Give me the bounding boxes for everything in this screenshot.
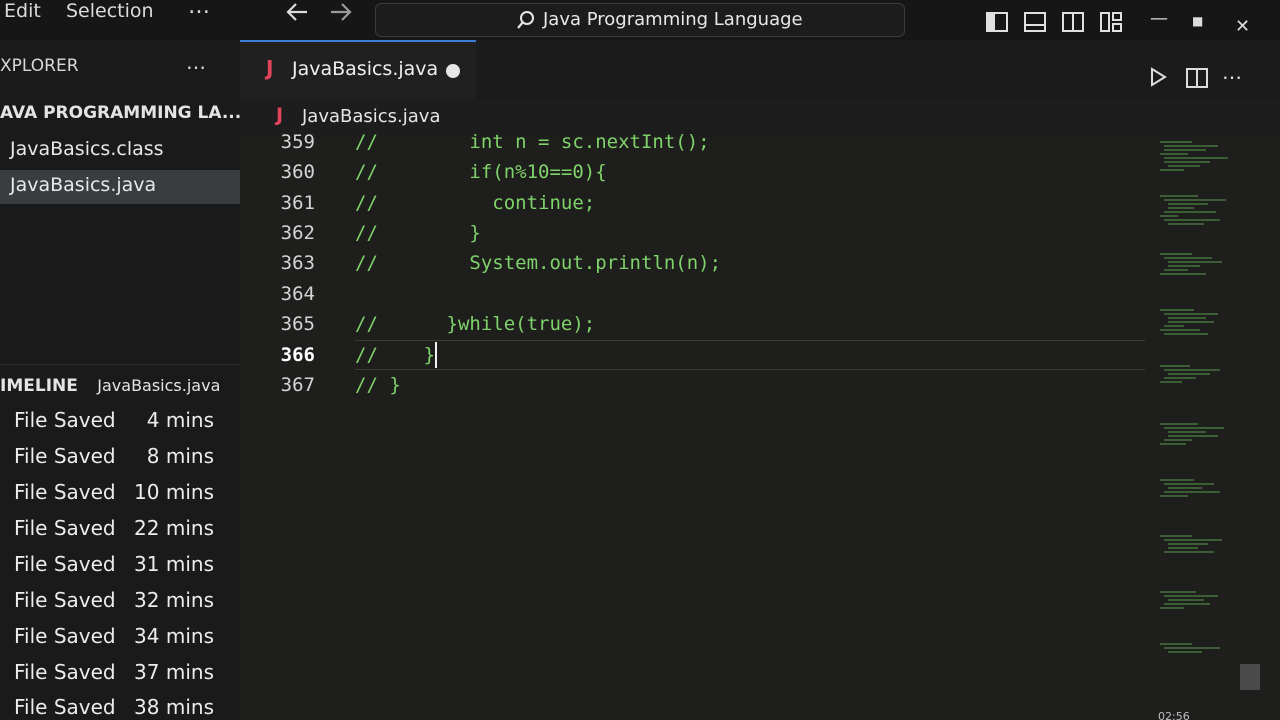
code-line[interactable]: 359 // int n = sc.nextInt(); [240,134,1150,158]
text-cursor [435,342,437,368]
timeline-item-label: File Saved [14,552,116,576]
search-icon [517,11,534,29]
timeline-item[interactable]: File Saved 37 mins [14,660,224,694]
timeline-file: JavaBasics.java [97,376,221,395]
line-number: 359 [280,134,315,153]
code-line[interactable]: 362 // } [240,219,1150,249]
breadcrumb: J JavaBasics.java [240,98,1280,134]
timeline-item-label: File Saved [14,444,116,468]
folder-title[interactable]: AVA PROGRAMMING LA... [0,103,241,123]
file-item-javabasics-class[interactable]: JavaBasics.class [0,134,240,168]
sidebar-divider [0,364,240,365]
file-label: JavaBasics.java [10,174,157,196]
timeline-item-time: 22 mins [134,516,214,540]
line-number: 362 [280,222,315,244]
timeline-item-time: 37 mins [134,660,214,684]
editor-tab-bar: J JavaBasics.java … [240,40,1280,98]
file-label: JavaBasics.class [10,138,164,160]
timeline-item-label: File Saved [14,588,116,612]
sidebar: XPLORER … AVA PROGRAMMING LA... JavaBasi… [0,40,241,720]
timeline-item-time: 10 mins [134,480,214,504]
code-text: // if(n%10==0){ [355,161,607,183]
code-text: // } [355,374,401,396]
command-center-search[interactable]: Java Programming Language [375,3,905,37]
timeline-item-label: File Saved [14,695,116,719]
timeline-item[interactable]: File Saved 32 mins [14,588,224,622]
file-item-javabasics-java[interactable]: JavaBasics.java [0,170,240,204]
search-text: Java Programming Language [543,9,803,30]
split-editor-icon[interactable] [1186,68,1208,93]
timeline-item-time: 4 mins [146,408,214,432]
line-number: 360 [280,161,315,183]
timeline-item-time: 34 mins [134,624,214,648]
timeline-item[interactable]: File Saved 10 mins [14,480,224,514]
timeline-header[interactable]: IMELINE JavaBasics.java [0,376,220,396]
scrollbar-thumb[interactable] [1240,664,1260,690]
code-text: // }while(true); [355,313,596,335]
code-text: // continue; [355,192,596,214]
line-number: 361 [280,192,315,214]
title-bar: Edit Selection … Java Programming Langua… [0,0,1280,40]
line-number: 366 [280,344,315,366]
java-file-icon: J [266,56,274,80]
code-line[interactable]: 361 // continue; [240,189,1150,219]
timeline-item[interactable]: File Saved 8 mins [14,444,224,478]
explorer-title: XPLORER [0,56,79,76]
timeline-title: IMELINE [0,376,78,396]
timeline-item[interactable]: File Saved 34 mins [14,624,224,658]
timeline-item-label: File Saved [14,624,116,648]
editor-more-button[interactable]: … [1222,60,1242,84]
code-text: // } [355,222,481,244]
back-arrow-icon[interactable] [284,0,310,28]
timeline-item-time: 8 mins [146,444,214,468]
minimize-button[interactable]: — [1150,8,1168,29]
minimap[interactable] [1148,134,1268,720]
timeline-item-time: 32 mins [134,588,214,612]
code-text: // } [355,344,436,366]
customize-layout-icon[interactable] [1100,12,1122,32]
code-line-active[interactable]: 366 // } [240,341,1150,371]
timeline-item-label: File Saved [14,516,116,540]
tab-javabasics-java[interactable]: J JavaBasics.java [240,40,476,98]
code-line[interactable]: 360 // if(n%10==0){ [240,158,1150,188]
timeline-item[interactable]: File Saved 4 mins [14,408,224,442]
run-icon[interactable] [1148,66,1168,93]
timeline-item[interactable]: File Saved 22 mins [14,516,224,550]
status-time: 02:56 [1158,710,1190,720]
timeline-item[interactable]: File Saved 38 mins [14,695,224,720]
toggle-secondary-sidebar-icon[interactable] [1062,12,1084,32]
timeline-item-time: 38 mins [134,695,214,719]
timeline-item-time: 31 mins [134,552,214,576]
timeline-item-label: File Saved [14,408,116,432]
close-button[interactable]: ✕ [1235,16,1250,37]
menu-selection[interactable]: Selection [66,0,154,22]
code-line[interactable]: 364 [240,280,1150,310]
line-number: 367 [280,374,315,396]
java-file-icon: J [276,104,284,126]
code-line[interactable]: 365 // }while(true); [240,310,1150,340]
code-text: // System.out.println(n); [355,252,722,274]
code-line[interactable]: 367 // } [240,371,1150,401]
timeline-item-label: File Saved [14,660,116,684]
timeline-item[interactable]: File Saved 31 mins [14,552,224,586]
code-editor[interactable]: 359 // int n = sc.nextInt(); 360 // if(n… [240,134,1280,720]
unsaved-dot-icon[interactable] [446,64,460,78]
menu-edit[interactable]: Edit [4,0,41,22]
line-number: 364 [280,283,315,305]
line-number: 365 [280,313,315,335]
toggle-panel-icon[interactable] [1024,12,1046,32]
menu-more[interactable]: … [188,0,210,19]
code-text: // int n = sc.nextInt(); [355,134,710,153]
forward-arrow-icon[interactable] [328,0,354,28]
explorer-more-button[interactable]: … [186,50,206,74]
restore-button[interactable]: ■ [1192,14,1203,28]
tab-label: JavaBasics.java [292,58,439,80]
timeline-item-label: File Saved [14,480,116,504]
toggle-primary-sidebar-icon[interactable] [986,12,1008,32]
breadcrumb-file[interactable]: JavaBasics.java [302,106,441,127]
line-number: 363 [280,252,315,274]
code-line[interactable]: 363 // System.out.println(n); [240,249,1150,279]
